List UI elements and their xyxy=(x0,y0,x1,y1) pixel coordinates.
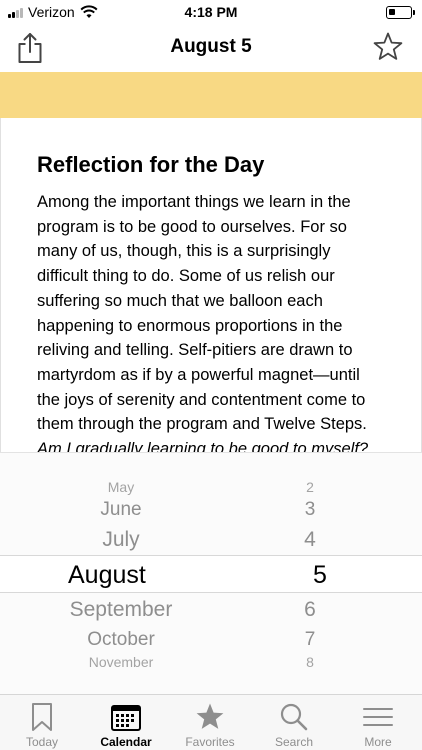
reflection-line: the joys of serenity and contentment com… xyxy=(37,390,366,409)
picker-day-option[interactable]: 2 xyxy=(262,479,358,495)
tab-label: Calendar xyxy=(100,735,152,749)
picker-month-option[interactable]: June xyxy=(0,499,242,521)
tab-calendar[interactable]: Calendar xyxy=(84,695,168,750)
accent-band xyxy=(0,72,422,118)
tab-label: More xyxy=(364,735,392,749)
picker-month-option[interactable]: November xyxy=(0,654,242,670)
date-picker[interactable]: May June July August September October N… xyxy=(0,452,422,694)
tab-bar: Today Calendar Favorites Search More xyxy=(0,694,422,750)
navigation-bar: August 5 xyxy=(0,26,422,72)
reflection-line: Among the important things we learn in t… xyxy=(37,193,351,211)
reflection-line: difficult thing to do. Some of us relish… xyxy=(37,267,335,286)
star-icon xyxy=(196,703,224,729)
reflection-line: martyrdom as if by a powerful magnet—unt… xyxy=(37,365,360,384)
reflection-question: Am I gradually learning to be good to my… xyxy=(37,440,369,452)
reading-content[interactable]: Reflection for the Day Among the importa… xyxy=(0,118,422,452)
battery-icon xyxy=(386,6,415,19)
reflection-line: them through the program and Twelve Step… xyxy=(37,415,367,434)
picker-month-option[interactable]: July xyxy=(0,528,242,552)
tab-today[interactable]: Today xyxy=(0,695,84,750)
picker-selected-day[interactable]: 5 xyxy=(313,561,327,590)
picker-month-option[interactable]: October xyxy=(0,629,242,651)
tab-search[interactable]: Search xyxy=(252,695,336,750)
picker-selected-month[interactable]: August xyxy=(68,561,146,590)
page-title: August 5 xyxy=(170,36,252,57)
reflection-title: Reflection for the Day xyxy=(37,152,265,177)
picker-month-option[interactable]: May xyxy=(0,479,242,495)
reflection-line: happening to enormous proportions in the xyxy=(37,316,343,335)
tab-label: Search xyxy=(274,735,314,749)
reflection-body: Among the important things we learn in t… xyxy=(37,190,397,452)
tab-more[interactable]: More xyxy=(336,695,420,750)
status-bar: Verizon 4:18 PM xyxy=(0,0,422,26)
reflection-line: program is to be good to ourselves. For … xyxy=(37,217,347,236)
status-time: 4:18 PM xyxy=(184,4,238,20)
reflection-line: many of us, though, this is a surprising… xyxy=(37,242,331,261)
menu-icon xyxy=(363,708,393,726)
picker-day-option[interactable]: 3 xyxy=(262,499,358,521)
tab-label: Today xyxy=(25,735,59,749)
tab-label: Favorites xyxy=(185,735,235,749)
search-icon xyxy=(280,703,308,731)
reflection-line: reliving and telling. Self-pitiers are d… xyxy=(37,341,353,360)
bookmark-icon xyxy=(32,703,52,731)
picker-day-option[interactable]: 6 xyxy=(262,598,358,622)
picker-month-option[interactable]: September xyxy=(0,598,242,622)
picker-day-option[interactable]: 7 xyxy=(262,629,358,651)
reflection-line: suffering so much that we balloon each xyxy=(37,291,323,310)
tab-favorites[interactable]: Favorites xyxy=(168,695,252,750)
calendar-icon xyxy=(111,705,141,731)
picker-selection-band xyxy=(0,555,422,593)
favorite-star-icon[interactable] xyxy=(372,31,404,63)
picker-day-option[interactable]: 4 xyxy=(262,528,358,552)
picker-day-option[interactable]: 8 xyxy=(262,654,358,670)
